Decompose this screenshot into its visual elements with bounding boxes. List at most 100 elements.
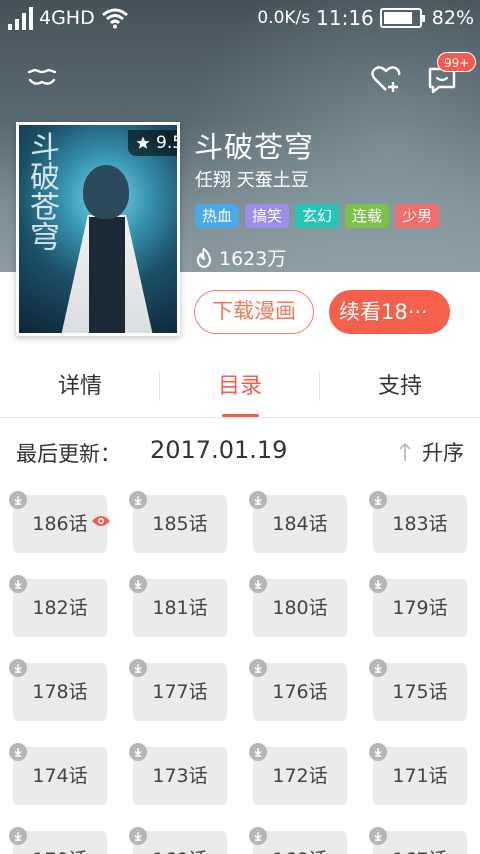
chapter-item[interactable]: 171话 bbox=[369, 743, 467, 805]
chapter-label: 181话 bbox=[152, 597, 208, 619]
download-status-icon bbox=[369, 491, 387, 509]
chapter-label: 184话 bbox=[272, 513, 328, 535]
download-status-icon bbox=[129, 491, 147, 509]
sort-label: 升序 bbox=[422, 441, 464, 465]
message-badge: 99+ bbox=[437, 52, 477, 72]
download-button[interactable]: 下载漫画 bbox=[194, 290, 314, 334]
chapter-label: 185话 bbox=[152, 513, 208, 535]
catalog-header: 最后更新： 2017.01.19 升序 bbox=[0, 426, 480, 480]
fire-icon bbox=[197, 247, 211, 268]
score-badge: 9.5 bbox=[128, 130, 177, 156]
wifi-icon bbox=[101, 8, 128, 29]
tab-support[interactable]: 支持 bbox=[320, 360, 480, 416]
download-status-icon bbox=[249, 575, 267, 593]
chapter-item[interactable]: 184话 bbox=[249, 491, 347, 553]
download-status-icon bbox=[249, 827, 267, 845]
chapter-item[interactable]: 182话 bbox=[9, 575, 107, 637]
chapter-item[interactable]: 167话 bbox=[369, 827, 467, 854]
viewed-eye-icon bbox=[91, 493, 111, 551]
download-status-icon bbox=[369, 743, 387, 761]
continue-reading-button[interactable]: 续看18··· bbox=[329, 290, 450, 334]
chapter-item[interactable]: 185话 bbox=[129, 491, 227, 553]
tag[interactable]: 连载 bbox=[345, 204, 390, 228]
chapter-item[interactable]: 179话 bbox=[369, 575, 467, 637]
chapter-label: 176话 bbox=[272, 681, 328, 703]
network-type: 4GHD bbox=[39, 7, 95, 29]
download-status-icon bbox=[129, 743, 147, 761]
chapter-item[interactable]: 181话 bbox=[129, 575, 227, 637]
download-status-icon bbox=[369, 575, 387, 593]
clock: 11:16 bbox=[316, 6, 374, 30]
last-update-label: 最后更新： bbox=[16, 442, 121, 466]
status-bar: 4GHD 0.0K/s 11:16 82% bbox=[0, 0, 480, 38]
chapter-item[interactable]: 180话 bbox=[249, 575, 347, 637]
download-status-icon bbox=[129, 575, 147, 593]
download-status-icon bbox=[9, 743, 27, 761]
download-status-icon bbox=[9, 491, 27, 509]
download-status-icon bbox=[249, 743, 267, 761]
last-update-date: 2017.01.19 bbox=[150, 436, 288, 464]
chapter-item[interactable]: 176话 bbox=[249, 659, 347, 721]
arrow-up-icon bbox=[399, 442, 411, 461]
chapter-label: 167话 bbox=[392, 849, 447, 854]
chapter-label: 178话 bbox=[32, 681, 88, 703]
chapter-item[interactable]: 172话 bbox=[249, 743, 347, 805]
chapter-item[interactable]: 170话 bbox=[9, 827, 107, 854]
cover-art: 斗破苍穹 9.5 bbox=[19, 125, 177, 333]
chapter-item[interactable]: 168话 bbox=[249, 827, 347, 854]
tab-indicator bbox=[222, 414, 259, 417]
chapter-item[interactable]: 183话 bbox=[369, 491, 467, 553]
cover-calligraphy: 斗破苍穹 bbox=[24, 131, 59, 251]
chapter-item[interactable]: 169话 bbox=[129, 827, 227, 854]
battery-icon bbox=[379, 8, 425, 28]
network-speed: 0.0K/s bbox=[257, 8, 311, 28]
chapter-label: 179话 bbox=[392, 597, 448, 619]
chapter-label: 183话 bbox=[392, 513, 448, 535]
download-status-icon bbox=[249, 491, 267, 509]
popularity: 1623万 bbox=[195, 244, 286, 271]
favorite-add-icon[interactable] bbox=[370, 64, 402, 94]
download-status-icon bbox=[9, 659, 27, 677]
chapter-label: 180话 bbox=[272, 597, 328, 619]
download-status-icon bbox=[249, 659, 267, 677]
download-status-icon bbox=[369, 659, 387, 677]
chapter-label: 173话 bbox=[152, 765, 208, 787]
sort-toggle[interactable]: 升序 bbox=[398, 437, 464, 467]
score-value: 9.5 bbox=[156, 133, 177, 153]
tab-bar: 详情 目录 支持 bbox=[0, 360, 480, 418]
chapter-label: 177话 bbox=[152, 681, 208, 703]
download-status-icon bbox=[9, 575, 27, 593]
tab-divider bbox=[319, 371, 320, 401]
back-icon[interactable] bbox=[26, 66, 58, 92]
comic-title: 斗破苍穹 bbox=[194, 130, 315, 164]
chapter-item[interactable]: 186话 bbox=[9, 491, 110, 553]
chapter-item[interactable]: 178话 bbox=[9, 659, 107, 721]
download-status-icon bbox=[369, 827, 387, 845]
battery-percent: 82% bbox=[431, 7, 474, 29]
chapter-label: 182话 bbox=[32, 597, 88, 619]
chapter-label: 172话 bbox=[272, 765, 328, 787]
tag[interactable]: 玄幻 bbox=[295, 204, 340, 228]
chapter-label: 186话 bbox=[32, 513, 88, 535]
signal-icon bbox=[8, 6, 33, 30]
tag[interactable]: 热血 bbox=[195, 204, 240, 228]
tab-catalog[interactable]: 目录 bbox=[160, 360, 320, 416]
chapter-item[interactable]: 177话 bbox=[129, 659, 227, 721]
download-status-icon bbox=[129, 659, 147, 677]
tag-list: 热血 搞笑 玄幻 连载 少男 bbox=[195, 204, 440, 228]
chapter-item[interactable]: 173话 bbox=[129, 743, 227, 805]
popularity-value: 1623万 bbox=[219, 248, 287, 270]
download-status-icon bbox=[129, 827, 147, 845]
chapter-label: 170话 bbox=[32, 849, 87, 854]
chapter-item[interactable]: 175话 bbox=[369, 659, 467, 721]
download-status-icon bbox=[9, 827, 27, 845]
chapter-label: 171话 bbox=[392, 765, 448, 787]
chapter-label: 175话 bbox=[392, 681, 448, 703]
tag[interactable]: 搞笑 bbox=[245, 204, 290, 228]
tab-details[interactable]: 详情 bbox=[0, 360, 160, 416]
chapter-label: 174话 bbox=[32, 765, 88, 787]
chapter-item[interactable]: 174话 bbox=[9, 743, 107, 805]
comic-cover[interactable]: 斗破苍穹 9.5 bbox=[16, 122, 180, 336]
tag[interactable]: 少男 bbox=[395, 204, 440, 228]
star-icon bbox=[136, 136, 150, 149]
